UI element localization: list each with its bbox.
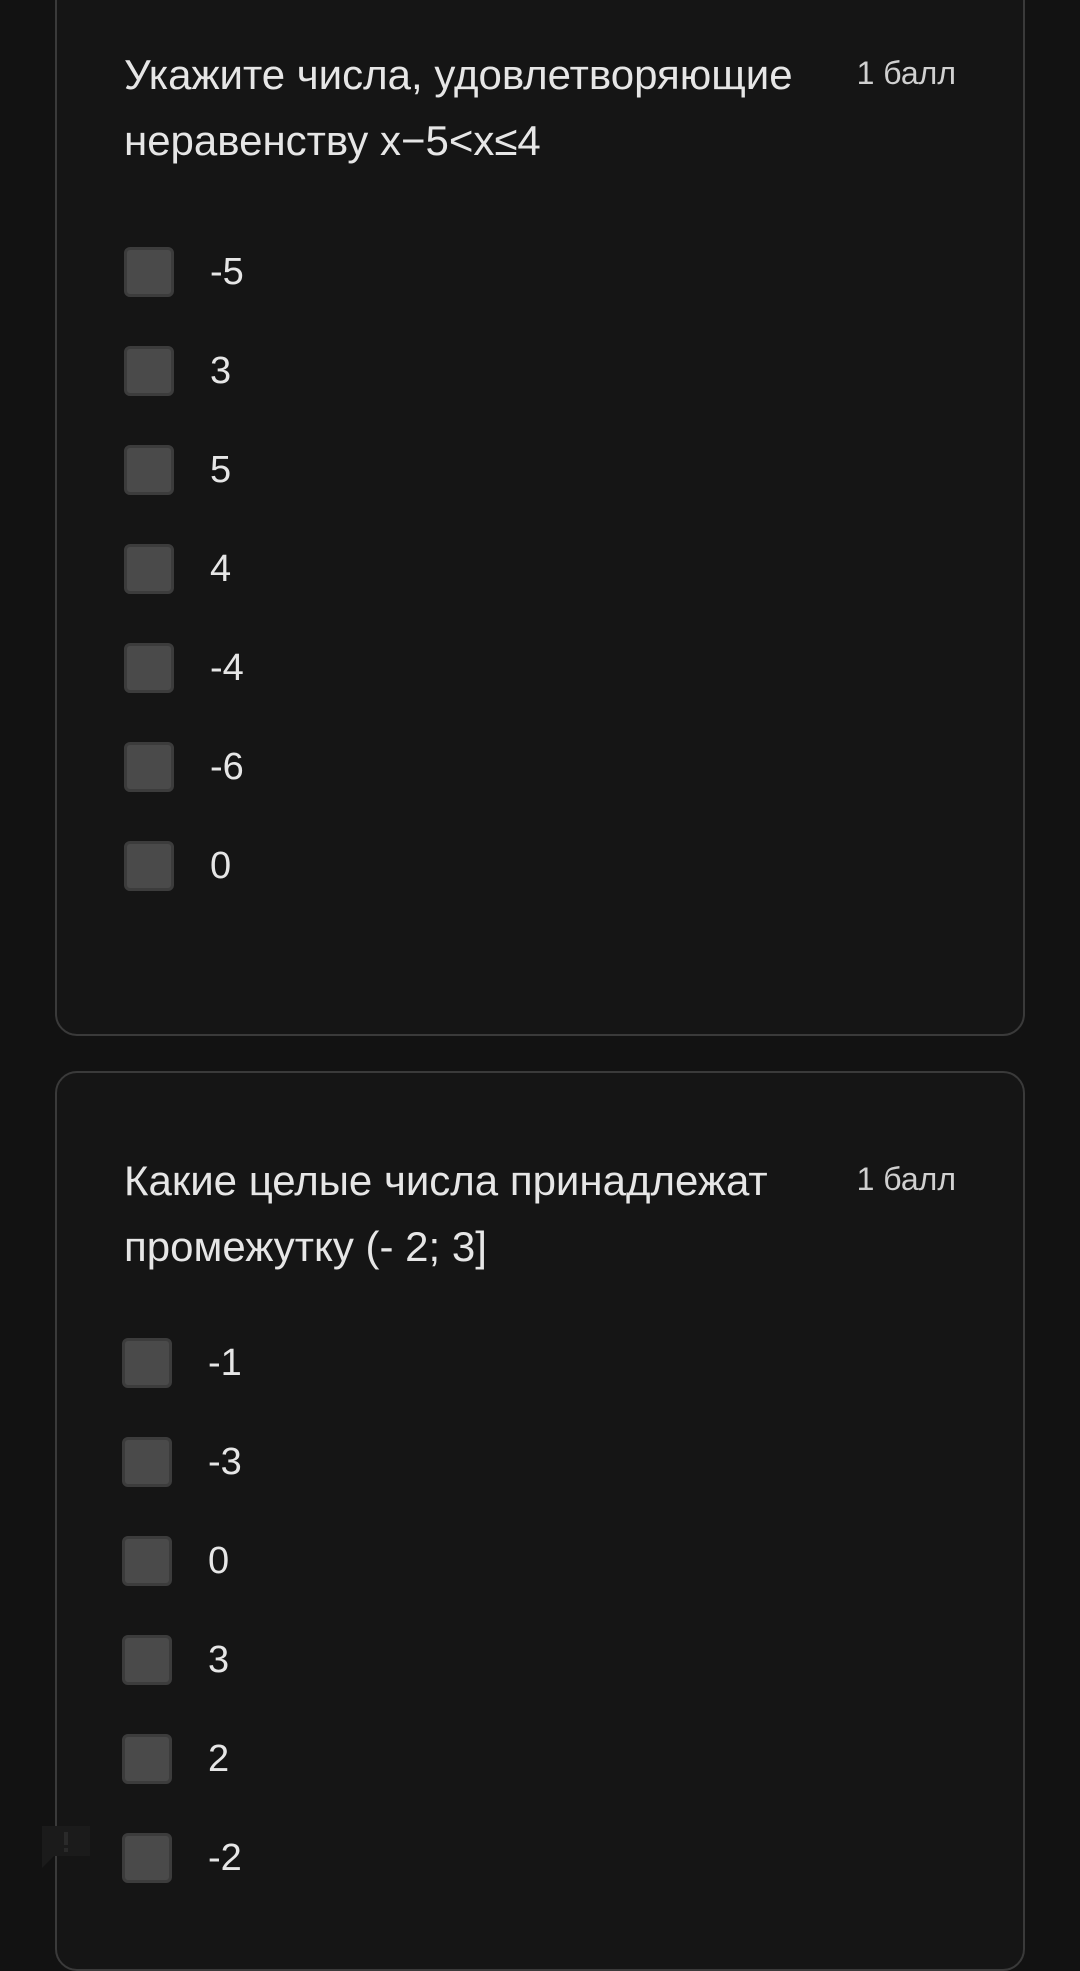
checkbox[interactable] bbox=[122, 1437, 172, 1487]
option-label: -3 bbox=[208, 1441, 242, 1483]
options-list: -1 -3 0 3 2 -2 bbox=[122, 1338, 958, 1932]
option-label: -6 bbox=[210, 746, 244, 788]
option-item[interactable]: -2 bbox=[122, 1833, 958, 1932]
question-points: 1 балл bbox=[856, 55, 956, 91]
option-label: -5 bbox=[210, 251, 244, 293]
checkbox[interactable] bbox=[122, 1536, 172, 1586]
option-item[interactable]: -6 bbox=[124, 742, 956, 841]
option-label: 0 bbox=[208, 1540, 230, 1582]
option-item[interactable]: 4 bbox=[124, 544, 956, 643]
checkbox[interactable] bbox=[124, 841, 174, 891]
option-item[interactable]: 0 bbox=[122, 1536, 958, 1635]
report-feedback-icon bbox=[42, 1826, 90, 1868]
checkbox[interactable] bbox=[124, 643, 174, 693]
option-item[interactable]: 3 bbox=[122, 1635, 958, 1734]
checkbox[interactable] bbox=[122, 1338, 172, 1388]
question-title: Укажите числа, удовлетворяющие неравенст… bbox=[124, 51, 793, 164]
question-header: Укажите числа, удовлетворяющие неравенст… bbox=[124, 42, 956, 174]
option-label: -1 bbox=[208, 1342, 242, 1384]
checkbox[interactable] bbox=[122, 1635, 172, 1685]
question-points: 1 балл bbox=[856, 1161, 956, 1197]
option-label: 2 bbox=[208, 1738, 230, 1780]
checkbox[interactable] bbox=[122, 1833, 172, 1883]
question-card-1: Укажите числа, удовлетворяющие неравенст… bbox=[55, 0, 1025, 1036]
question-title: Какие целые числа принадлежат промежутку… bbox=[124, 1157, 768, 1270]
checkbox[interactable] bbox=[122, 1734, 172, 1784]
option-label: 5 bbox=[210, 449, 232, 491]
option-item[interactable]: -4 bbox=[124, 643, 956, 742]
option-item[interactable]: 2 bbox=[122, 1734, 958, 1833]
option-item[interactable]: 3 bbox=[124, 346, 956, 445]
option-label: 4 bbox=[210, 548, 232, 590]
option-label: 0 bbox=[210, 845, 232, 887]
option-item[interactable]: -1 bbox=[122, 1338, 958, 1437]
checkbox[interactable] bbox=[124, 742, 174, 792]
checkbox[interactable] bbox=[124, 445, 174, 495]
option-label: 3 bbox=[210, 350, 232, 392]
options-list: -5 3 5 4 -4 -6 0 bbox=[124, 247, 956, 940]
report-feedback-icon[interactable] bbox=[38, 1822, 94, 1870]
option-item[interactable]: 0 bbox=[124, 841, 956, 940]
option-item[interactable]: -3 bbox=[122, 1437, 958, 1536]
option-label: -4 bbox=[210, 647, 244, 689]
question-header: Какие целые числа принадлежат промежутку… bbox=[124, 1148, 956, 1280]
option-label: 3 bbox=[208, 1639, 230, 1681]
checkbox[interactable] bbox=[124, 346, 174, 396]
checkbox[interactable] bbox=[124, 544, 174, 594]
option-item[interactable]: 5 bbox=[124, 445, 956, 544]
checkbox[interactable] bbox=[124, 247, 174, 297]
option-item[interactable]: -5 bbox=[124, 247, 956, 346]
option-label: -2 bbox=[208, 1837, 242, 1879]
